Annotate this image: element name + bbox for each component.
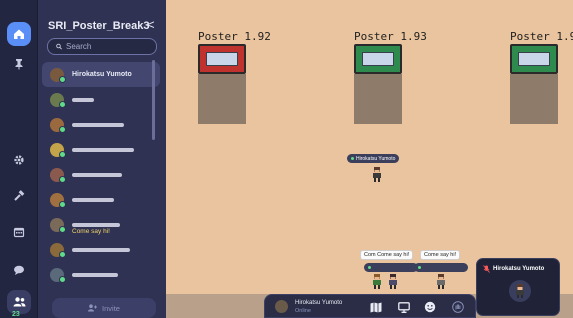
screen-share-icon [398, 301, 410, 313]
participant-row[interactable] [42, 237, 160, 262]
screen-share-button[interactable] [397, 300, 411, 314]
search-box[interactable] [47, 38, 157, 55]
player-name: Hirokatsu Yumoto [356, 155, 396, 162]
online-dot [368, 266, 371, 269]
bottom-dock: Hirokatsu Yumoto Online [264, 294, 476, 318]
hand-raise-button[interactable] [451, 300, 465, 314]
chat-icon [14, 265, 24, 275]
character-sprite-2[interactable] [388, 274, 398, 290]
calendar-button[interactable] [7, 220, 31, 244]
participant-row[interactable] [42, 87, 160, 112]
dock-avatar[interactable] [275, 300, 288, 313]
poster-label: Poster 1.93 [354, 30, 427, 43]
poster-board[interactable] [354, 44, 402, 74]
participant-list-scrollbar[interactable] [152, 60, 155, 140]
pin-button[interactable] [7, 52, 31, 76]
mic-muted-icon [483, 265, 490, 273]
video-tile-name: Hirokatsu Yumoto [493, 266, 545, 272]
participant-avatar [50, 117, 66, 133]
character-sprite-3[interactable] [436, 274, 446, 290]
emoji-icon [424, 301, 436, 313]
emoji-button[interactable] [423, 300, 437, 314]
space-title: SRI_Poster_Break3 [48, 20, 150, 32]
participant-name-redacted [72, 272, 118, 277]
participant-avatar [50, 217, 66, 233]
home-icon [14, 29, 24, 39]
participant-avatar [50, 92, 66, 108]
poster-stand [354, 74, 402, 124]
participant-name-redacted [72, 247, 130, 252]
participant-row[interactable] [42, 112, 160, 137]
name-tag-right [414, 263, 468, 272]
online-dot [418, 266, 421, 269]
participant-row[interactable] [42, 262, 160, 287]
participant-avatar [50, 67, 66, 83]
participant-row[interactable]: Come say hi! [42, 212, 160, 237]
collapse-panel-button[interactable]: < [147, 17, 155, 32]
participant-name-redacted [72, 122, 124, 127]
participant-name-redacted [72, 172, 122, 177]
participant-row[interactable]: Hirokatsu Yumoto [42, 62, 160, 87]
poster-screen [518, 52, 550, 66]
participant-list: Hirokatsu Yumoto Come say hi! [42, 62, 160, 287]
participant-avatar [50, 192, 66, 208]
participant-name: Hirokatsu Yumoto [72, 71, 132, 78]
online-dot [351, 157, 354, 160]
dock-user-name: Hirokatsu Yumoto [295, 300, 343, 306]
poster-label: Poster 1.9 [510, 30, 573, 43]
poster-screen [362, 52, 394, 66]
poster-label: Poster 1.92 [198, 30, 271, 43]
participant-avatar [50, 242, 66, 258]
video-tile-avatar [509, 280, 531, 302]
video-tile[interactable]: Hirokatsu Yumoto [476, 258, 560, 316]
map-icon [370, 302, 382, 312]
participant-name-redacted [72, 97, 94, 102]
participant-row[interactable] [42, 162, 160, 187]
participant-avatar [50, 267, 66, 283]
search-input[interactable] [66, 42, 156, 51]
online-count: 23 [12, 311, 20, 318]
map-button[interactable] [369, 300, 383, 314]
people-icon [13, 297, 25, 307]
poster-screen [206, 52, 238, 66]
search-icon [56, 43, 62, 50]
build-button[interactable] [7, 184, 31, 208]
player-avatar-sprite[interactable] [372, 167, 382, 183]
name-tag-left [364, 263, 418, 272]
participant-name-redacted [72, 222, 120, 227]
settings-button[interactable] [7, 148, 31, 172]
settings-icon [14, 155, 24, 165]
chat-bubble-right: Come say hi! [420, 250, 461, 260]
dock-user-status: Online [295, 308, 311, 314]
participant-row[interactable] [42, 187, 160, 212]
participant-name-redacted [72, 197, 114, 202]
participant-name-redacted [72, 147, 134, 152]
poster-stand [198, 74, 246, 124]
hand-icon [452, 301, 464, 313]
chat-bubble-left: Com Come say hi! [360, 250, 414, 260]
participant-avatar [50, 142, 66, 158]
home-button[interactable] [7, 22, 31, 46]
poster-stand [510, 74, 558, 124]
character-sprite-1[interactable] [372, 274, 382, 290]
calendar-icon [13, 227, 25, 238]
player-name-tag: Hirokatsu Yumoto [347, 154, 400, 163]
invite-label: Invite [102, 303, 120, 313]
icon-rail: 23 [0, 0, 38, 318]
participant-avatar [50, 167, 66, 183]
participant-status: Come say hi! [72, 228, 110, 235]
invite-button[interactable]: Invite [52, 298, 156, 318]
build-icon [14, 190, 25, 201]
poster-board[interactable] [198, 44, 246, 74]
pin-icon [15, 59, 23, 70]
add-person-icon [88, 304, 98, 312]
poster-board[interactable] [510, 44, 558, 74]
participant-row[interactable] [42, 137, 160, 162]
avatar-sprite [516, 284, 524, 298]
chat-button[interactable] [7, 258, 31, 282]
participants-panel: SRI_Poster_Break3 < Hirokatsu Yumoto Come… [38, 0, 166, 318]
